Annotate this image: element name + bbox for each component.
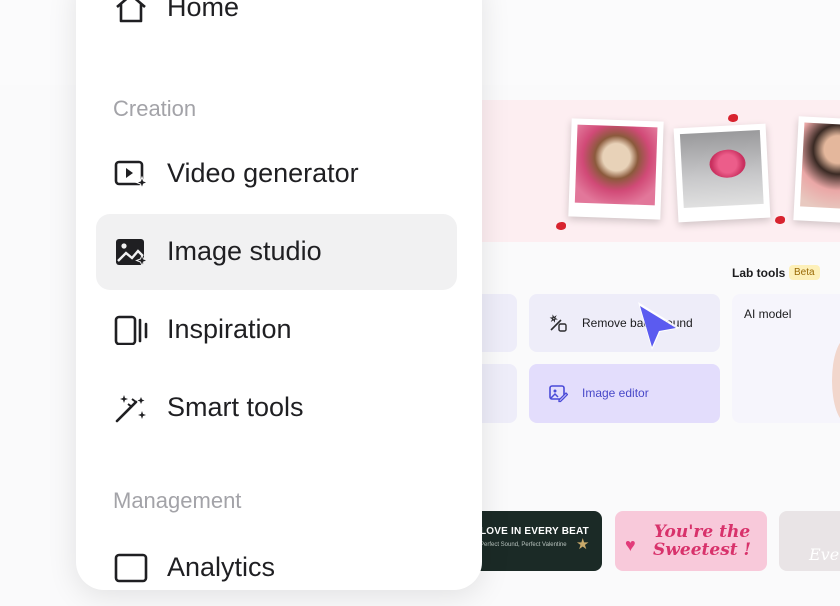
template-title-line2: Sweetest ! bbox=[653, 540, 752, 560]
magic-wand-icon bbox=[115, 395, 146, 423]
sidebar-item-label: Inspiration bbox=[167, 314, 292, 344]
ai-model-card[interactable]: AI model bbox=[732, 294, 840, 423]
sidebar-item-analytics[interactable]: Analytics bbox=[96, 530, 457, 606]
sidebar-item-image-studio[interactable]: Image studio bbox=[96, 214, 457, 290]
template-title-line1: You're the bbox=[653, 522, 751, 542]
image-studio-icon bbox=[116, 239, 148, 267]
heart-icon: ♥ bbox=[625, 535, 636, 555]
sidebar-item-video-generator[interactable]: Video generator bbox=[96, 136, 457, 212]
template-card-love-beat[interactable]: LOVE IN EVERY BEAT Perfect Sound, Perfec… bbox=[470, 511, 602, 571]
beta-badge: Beta bbox=[789, 265, 820, 280]
template-subtitle: Perfect Sound, Perfect Valentine bbox=[480, 542, 567, 548]
rose-petal bbox=[775, 216, 785, 224]
sidebar-item-label: Home bbox=[167, 0, 240, 22]
template-title: LOVE IN EVERY BEAT bbox=[480, 526, 589, 537]
star-icon: ★ bbox=[576, 536, 590, 553]
template-title: You're the Sweetest ! bbox=[653, 523, 751, 559]
analytics-icon bbox=[114, 553, 148, 583]
promo-banner[interactable] bbox=[450, 100, 840, 242]
remove-background-icon bbox=[549, 314, 567, 332]
image-editor-card[interactable]: Image editor bbox=[529, 364, 720, 423]
sidebar-item-label: Image studio bbox=[167, 236, 322, 266]
section-label-creation: Creation bbox=[113, 96, 197, 121]
sidebar-item-label: Video generator bbox=[167, 158, 359, 188]
template-title: Eve bbox=[809, 545, 840, 564]
banner-photo-woman bbox=[793, 116, 840, 224]
banner-photo-roses bbox=[673, 123, 771, 223]
inspiration-icon bbox=[114, 315, 148, 345]
lab-tools-title: Lab tools bbox=[732, 266, 786, 280]
section-label-management: Management bbox=[113, 488, 242, 513]
sidebar-item-inspiration[interactable]: Inspiration bbox=[96, 292, 457, 368]
template-card-eve[interactable]: Eve bbox=[779, 511, 840, 571]
image-editor-icon bbox=[549, 385, 568, 403]
sidebar-item-label: Analytics bbox=[167, 552, 276, 582]
ai-model-label: AI model bbox=[744, 307, 792, 321]
home-icon bbox=[116, 0, 146, 23]
sidebar-item-smart-tools[interactable]: Smart tools bbox=[96, 370, 457, 446]
video-generator-icon bbox=[114, 160, 148, 189]
rose-petal bbox=[556, 222, 566, 230]
pointer-cursor-icon bbox=[638, 302, 680, 350]
remove-background-card[interactable]: Remove background bbox=[529, 294, 720, 352]
sidebar-item-home[interactable]: Home bbox=[96, 0, 457, 46]
image-editor-label: Image editor bbox=[582, 386, 649, 400]
sidebar-menu: Home Creation Video generator Image stud… bbox=[76, 0, 482, 590]
template-card-sweetest[interactable]: ♥ You're the Sweetest ! bbox=[615, 511, 767, 571]
banner-photo-bride bbox=[568, 118, 664, 220]
sidebar-item-label: Smart tools bbox=[167, 392, 304, 422]
rose-petal bbox=[728, 114, 738, 122]
